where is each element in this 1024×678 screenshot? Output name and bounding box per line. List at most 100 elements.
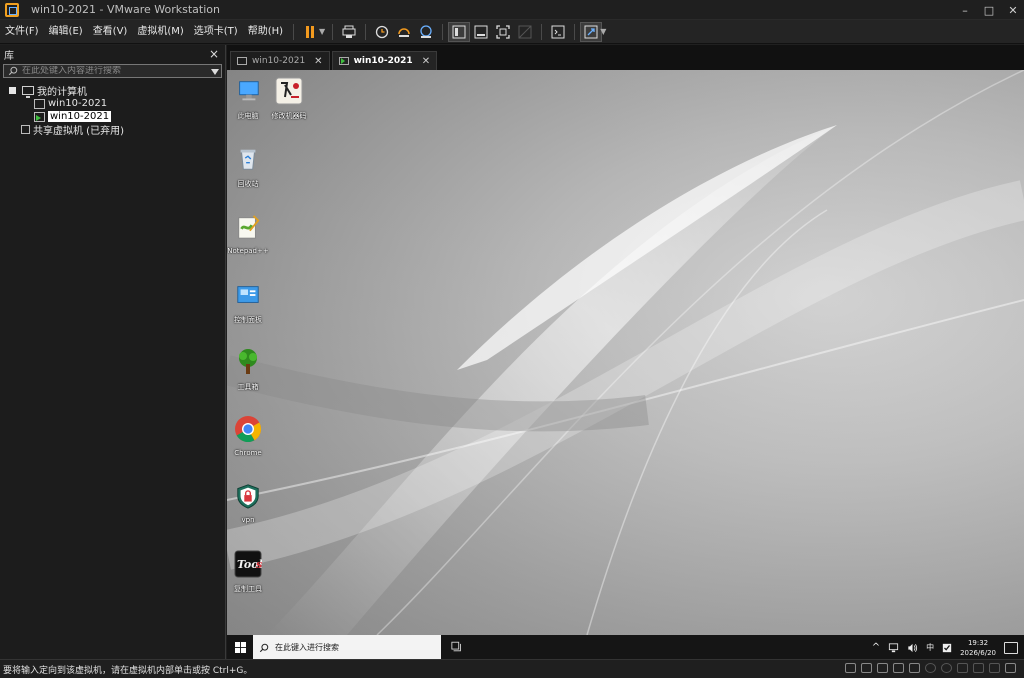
fullscreen-button[interactable] [492,22,514,42]
guest-desktop[interactable]: 此电脑 修改机器码 回收站 Notepad++ 控制面板 工具箱 Chrome … [227,70,1024,635]
pause-dropdown-icon[interactable]: ▼ [319,27,325,36]
desktop-icon-label: 修改机器码 [271,112,307,120]
menu-view[interactable]: 查看(V) [88,20,133,44]
notes-icon[interactable] [1005,663,1016,673]
cd-dvd-icon[interactable] [861,663,872,673]
fengyun-tool-icon [275,77,303,105]
snapshot-button[interactable] [371,22,393,42]
vm-running-icon [34,111,45,122]
tab-vm-2[interactable]: win10-2021 ✕ [331,51,438,70]
console-view-button[interactable] [547,22,569,42]
pause-button[interactable] [299,22,321,42]
library-search[interactable] [3,64,222,78]
desktop-icon-label: 工具箱 [237,383,259,391]
toolbar-separator [541,23,543,40]
toolbar-separator [293,23,295,40]
menu-bar: 文件(F) 编辑(E) 查看(V) 虚拟机(M) 选项卡(T) 帮助(H) ▼ … [0,20,1024,44]
desktop-icon-toolbox[interactable]: 工具箱 [227,348,270,392]
tab-label: win10-2021 [353,56,413,66]
tree-shared-vms[interactable]: 共享虚拟机 (已弃用) [0,123,225,137]
notepad-plus-plus-icon [234,213,262,241]
stretch-guest-button[interactable] [580,21,603,42]
toolbar-separator [365,23,367,40]
search-icon [259,643,269,652]
security-check-icon[interactable] [942,643,952,653]
tree-vm-item[interactable]: win10-2021 [0,97,225,110]
message-log-icon[interactable] [989,663,1000,673]
taskbar-search-box[interactable]: 在此键入进行搜索 [253,635,441,660]
taskbar-search-placeholder: 在此键入进行搜索 [275,643,339,652]
desktop-icon-label: vpn [241,516,255,524]
thumbnail-bar-icon [474,25,488,38]
task-view-button[interactable] [451,641,463,655]
desktop-icon-control-panel[interactable]: 控制面板 [227,281,270,325]
recycle-bin-icon [234,145,262,173]
printer-icon[interactable] [925,663,936,673]
maximize-button[interactable]: □ [982,4,996,17]
desktop-icon-label: 回收站 [237,180,259,188]
vmware-logo-icon [5,2,19,17]
library-close-button[interactable]: × [209,47,219,61]
send-ctrl-alt-del-button[interactable] [338,22,360,42]
minimize-button[interactable]: – [958,4,972,17]
taskbar-clock[interactable]: 19:32 2026/6/20 [960,638,996,658]
unity-button[interactable] [514,22,536,42]
console-view-icon [551,25,565,38]
snapshot-manager-icon [420,24,432,38]
fullscreen-icon [496,24,510,39]
menu-tabs[interactable]: 选项卡(T) [189,20,243,44]
hard-disk-icon[interactable] [845,663,856,673]
desktop-icon-recycle-bin[interactable]: 回收站 [227,145,270,189]
library-title: 库 [4,50,14,62]
collapse-icon[interactable] [9,87,16,94]
thumbnail-bar-button[interactable] [470,22,492,42]
volume-icon[interactable] [907,643,918,653]
tree-my-computer[interactable]: 我的计算机 [0,84,225,98]
desktop-icon-notepad[interactable]: Notepad++ [227,213,270,255]
menu-file[interactable]: 文件(F) [0,20,44,44]
pause-icon [306,25,315,38]
network-adapter-icon[interactable] [877,663,888,673]
action-center-icon[interactable] [1004,641,1018,654]
menu-edit[interactable]: 编辑(E) [44,20,88,44]
desktop-icon-label: Notepad++ [227,247,269,255]
status-bar: 要将输入定向到该虚拟机，请在虚拟机内部单击或按 Ctrl+G。 [0,659,1024,678]
usb-controller-icon[interactable] [893,663,904,673]
show-library-button[interactable] [448,21,471,42]
tree-label: win10-2021 [48,98,108,109]
stretch-dropdown-icon[interactable]: ▼ [600,27,606,36]
clock-date: 2026/6/20 [960,648,996,657]
tab-vm-1[interactable]: win10-2021 ✕ [230,51,330,70]
vm-running-icon [338,57,349,65]
toolbar-separator [574,23,576,40]
network-icon[interactable] [888,642,899,653]
menu-vm[interactable]: 虚拟机(M) [132,20,188,44]
snapshot-manager-button[interactable] [415,22,437,42]
sound-card-icon[interactable] [909,663,920,673]
search-dropdown-icon[interactable] [211,69,219,75]
desktop-icon-chrome[interactable]: Chrome [227,415,270,457]
vm-icon [34,98,45,109]
desktop-icon-vpn[interactable]: vpn [227,482,270,524]
start-button[interactable] [227,635,253,660]
desktop-icon-label: 此电脑 [237,112,259,120]
library-search-input[interactable] [22,66,212,76]
send-ctrl-alt-del-icon [342,25,356,38]
tab-close-button[interactable]: ✕ [314,56,322,67]
revert-snapshot-button[interactable] [393,22,415,42]
desktop-icon-this-pc[interactable]: 此电脑 [227,77,270,121]
ime-indicator[interactable]: 中 [926,642,934,653]
menu-help[interactable]: 帮助(H) [243,20,288,44]
bluetooth-icon[interactable] [957,663,968,673]
computer-icon [22,86,34,98]
tray-overflow-icon[interactable]: ^ [872,642,880,653]
close-button[interactable]: ✕ [1006,4,1020,17]
tree-icon [234,348,262,376]
tab-close-button[interactable]: ✕ [422,56,430,67]
desktop-icon-fengyun[interactable]: 修改机器码 [267,77,311,121]
desktop-icon-tools[interactable]: Tool s 复制工具 [227,550,270,594]
display-icon[interactable] [973,663,984,673]
library-panel: 库 × 我的计算机 win10-2021 win10-2021 共享虚拟机 (已… [0,45,226,659]
tree-label: 共享虚拟机 (已弃用) [33,126,124,137]
camera-icon[interactable] [941,663,952,673]
